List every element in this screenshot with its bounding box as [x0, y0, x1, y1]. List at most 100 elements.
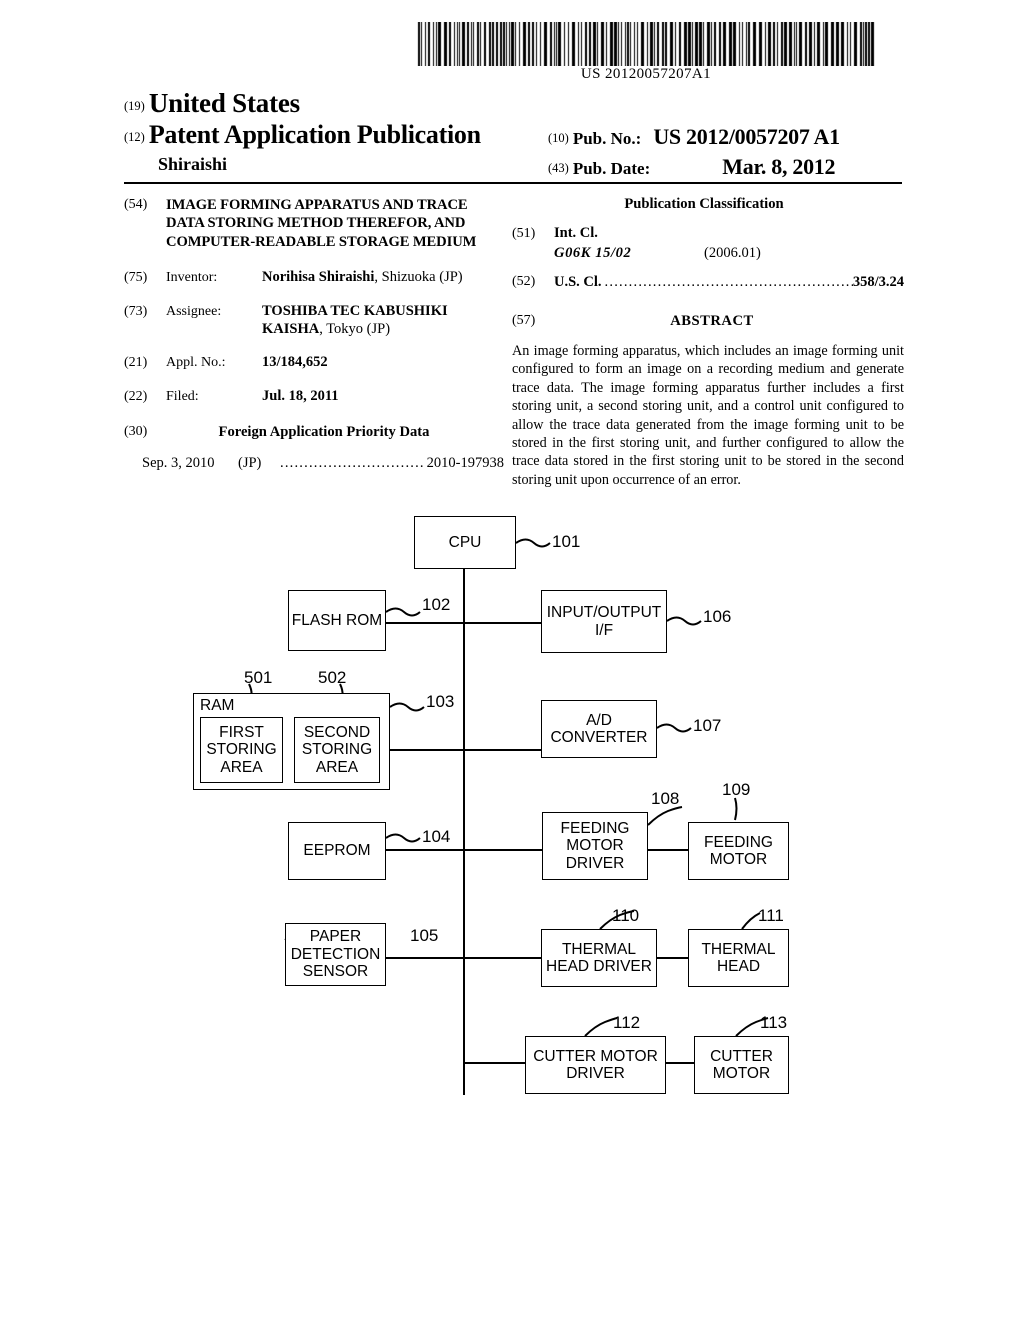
diagram-reference-numeral-112: 112 — [613, 1013, 641, 1032]
diagram-reference-numeral-108: 108 — [651, 789, 680, 808]
inventor-value: Norihisa Shiraishi, Shizuoka (JP) — [262, 269, 504, 287]
diagram-block-label-thermal-head-driver: THERMAL HEAD DRIVER — [546, 940, 652, 975]
publication-date-row: (43) Pub. Date: Mar. 8, 2012 — [548, 154, 836, 180]
invention-title-field: (54) IMAGE FORMING APPARATUS AND TRACE D… — [124, 196, 504, 251]
priority-number: 2010-197938 — [426, 454, 504, 471]
bibliographic-right-column: Publication Classification (51) Int. Cl.… — [512, 196, 904, 489]
diagram-block-ram: RAM — [193, 693, 390, 790]
priority-date: Sep. 3, 2010 — [142, 454, 215, 471]
field-code-22: (22) — [124, 388, 148, 404]
field-code-75: (75) — [124, 270, 148, 286]
abstract-heading: ABSTRACT — [670, 312, 754, 329]
diagram-block-label-cpu: CPU — [448, 533, 482, 551]
filing-date-value: Jul. 18, 2011 — [262, 387, 339, 404]
diagram-reference-numeral-111: 111 — [758, 906, 784, 925]
diagram-block-label-eeprom: EEPROM — [303, 842, 371, 860]
international-classification-code: G06K 15/02 — [554, 244, 632, 261]
diagram-block-feeding-motor-driver: FEEDING MOTOR DRIVER — [542, 812, 648, 880]
diagram-reference-numeral-106: 106 — [703, 607, 732, 626]
diagram-block-cutter-motor-driver: CUTTER MOTOR DRIVER — [525, 1036, 666, 1094]
priority-country: (JP) — [238, 454, 262, 471]
field-code-51: (51) — [512, 226, 536, 241]
diagram-block-ad-converter: A/D CONVERTER — [541, 700, 657, 758]
international-classification-code-row: G06K 15/02 (2006.01) — [512, 245, 904, 262]
assignee-label: Assignee: — [166, 303, 222, 319]
assignee-value: TOSHIBA TEC KABUSHIKI KAISHA, Tokyo (JP) — [262, 303, 504, 338]
diagram-reference-numeral-501: 501 — [244, 668, 273, 687]
assignee-field: (73) Assignee: TOSHIBA TEC KABUSHIKI KAI… — [124, 303, 504, 338]
diagram-block-second-storing-area: SECOND STORING AREA — [294, 717, 380, 783]
diagram-block-eeprom: EEPROM — [288, 822, 386, 880]
barcode — [416, 22, 876, 66]
filing-date-field: (22) Filed: Jul. 18, 2011 — [124, 388, 504, 406]
publication-number-value: US 2012/0057207 A1 — [653, 124, 840, 149]
publication-classification-heading: Publication Classification — [624, 196, 784, 212]
diagram-block-label-cutter-motor-driver: CUTTER MOTOR DRIVER — [533, 1047, 658, 1082]
application-number-value: 13/184,652 — [262, 354, 328, 371]
diagram-block-label-second-storing-area: SECOND STORING AREA — [301, 723, 373, 776]
diagram-block-ram-label: RAM — [200, 697, 235, 714]
diagram-block-label-feeding-motor-driver: FEEDING MOTOR DRIVER — [560, 819, 630, 872]
abstract-heading-row: (57) ABSTRACT — [512, 313, 904, 330]
diagram-reference-numeral-107: 107 — [693, 716, 722, 735]
diagram-block-label-flash-rom: FLASH ROM — [291, 611, 383, 629]
us-classification-label: U.S. Cl. — [554, 273, 602, 290]
diagram-block-label-input-output-if: INPUT/OUTPUT I/F — [546, 604, 662, 639]
diagram-block-first-storing-area: FIRST STORING AREA — [200, 717, 283, 783]
field-code-52: (52) — [512, 273, 536, 289]
application-number-field: (21) Appl. No.: 13/184,652 — [124, 354, 504, 372]
country-title: United States — [148, 88, 300, 118]
us-classification-value: 358/3.24 — [852, 273, 904, 290]
diagram-block-label-thermal-head: THERMAL HEAD — [701, 940, 776, 975]
diagram-block-paper-detection-sensor: PAPER DETECTION SENSOR — [285, 923, 386, 986]
diagram-block-input-output-if: INPUT/OUTPUT I/F — [541, 590, 667, 653]
kind-code-43: (43) — [548, 161, 569, 175]
publication-number-row: (10) Pub. No.: US 2012/0057207 A1 — [548, 124, 840, 150]
priority-data-row: Sep. 3, 2010 (JP) ......................… — [124, 455, 504, 472]
barcode-canvas — [416, 22, 876, 66]
diagram-block-thermal-head: THERMAL HEAD — [688, 929, 789, 987]
publication-number-label: Pub. No.: — [572, 129, 642, 148]
diagram-reference-numeral-102: 102 — [422, 595, 451, 614]
us-classification-leader-dots: ........................................… — [604, 273, 853, 290]
diagram-reference-numeral-110: 110 — [612, 906, 640, 925]
international-classification-version: (2006.01) — [704, 244, 761, 261]
kind-code-10: (10) — [548, 131, 569, 145]
bibliographic-left-column: (54) IMAGE FORMING APPARATUS AND TRACE D… — [124, 196, 504, 472]
header-divider — [124, 182, 902, 184]
diagram-block-feeding-motor: FEEDING MOTOR — [688, 822, 789, 880]
inventor-residence: , Shizuoka (JP) — [374, 269, 463, 286]
publication-date-label: Pub. Date: — [572, 159, 651, 178]
inventor-name: Norihisa Shiraishi — [262, 269, 375, 286]
inventor-label: Inventor: — [166, 270, 218, 286]
applicant-surname: Shiraishi — [158, 154, 228, 174]
assignee-city: , Tokyo (JP) — [319, 320, 391, 337]
diagram-block-cpu: CPU — [414, 516, 516, 569]
document-type-line: (12) Patent Application Publication — [124, 120, 481, 150]
diagram-reference-numeral-103: 103 — [426, 692, 455, 711]
foreign-priority-heading: Foreign Application Priority Data — [218, 423, 430, 440]
field-code-57: (57) — [512, 312, 536, 328]
application-number-label: Appl. No.: — [166, 355, 226, 371]
abstract-text: An image forming apparatus, which includ… — [512, 342, 904, 488]
field-code-30: (30) — [124, 423, 148, 439]
invention-title: IMAGE FORMING APPARATUS AND TRACE DATA S… — [166, 197, 477, 250]
kind-code-19: (19) — [124, 99, 145, 113]
diagram-block-label-paper-detection-sensor: PAPER DETECTION SENSOR — [290, 928, 381, 981]
field-code-73: (73) — [124, 303, 148, 319]
diagram-block-flash-rom: FLASH ROM — [288, 590, 386, 651]
country-line: (19) United States — [124, 88, 300, 119]
diagram-block-label-ad-converter: A/D CONVERTER — [550, 711, 648, 746]
diagram-block-label-feeding-motor: FEEDING MOTOR — [704, 833, 773, 868]
diagram-reference-numeral-105: 105 — [410, 926, 439, 945]
diagram-block-label-first-storing-area: FIRST STORING AREA — [206, 723, 277, 776]
field-code-54: (54) — [124, 197, 148, 212]
diagram-block-thermal-head-driver: THERMAL HEAD DRIVER — [541, 929, 657, 987]
filing-date-label: Filed: — [166, 388, 199, 404]
priority-leader-dots: ................................ — [280, 454, 423, 471]
us-classification-row: (52) U.S. Cl. ..........................… — [512, 274, 904, 291]
diagram-reference-numeral-104: 104 — [422, 827, 451, 846]
masthead: (19) United States (12) Patent Applicati… — [124, 88, 904, 179]
diagram-block-label-cutter-motor: CUTTER MOTOR — [710, 1047, 773, 1082]
document-type-title: Patent Application Publication — [148, 120, 481, 149]
